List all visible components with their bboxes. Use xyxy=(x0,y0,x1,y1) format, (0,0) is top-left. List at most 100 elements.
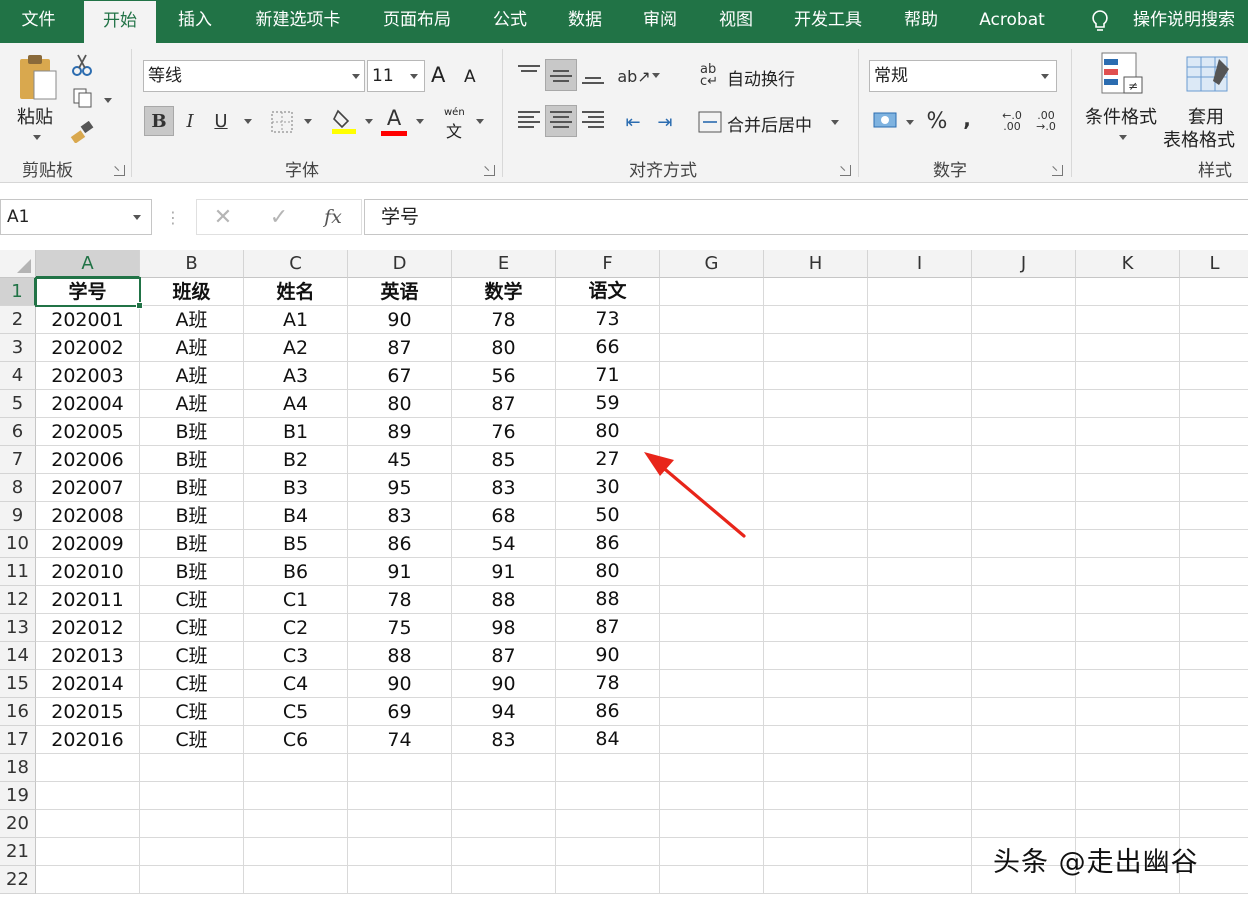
cell-j6[interactable] xyxy=(972,418,1076,446)
row-header-15[interactable]: 15 xyxy=(0,670,36,698)
cell-d22[interactable] xyxy=(348,866,452,894)
cell-g3[interactable] xyxy=(660,334,764,362)
cell-f16[interactable]: 86 xyxy=(556,698,660,726)
row-header-9[interactable]: 9 xyxy=(0,502,36,530)
column-header-h[interactable]: H xyxy=(764,250,868,278)
cell-k8[interactable] xyxy=(1076,474,1180,502)
cell-l10[interactable] xyxy=(1180,530,1248,558)
cell-c22[interactable] xyxy=(244,866,348,894)
cell-l4[interactable] xyxy=(1180,362,1248,390)
accounting-format-icon[interactable] xyxy=(872,109,900,133)
cell-l16[interactable] xyxy=(1180,698,1248,726)
cell-l11[interactable] xyxy=(1180,558,1248,586)
align-center-icon[interactable] xyxy=(550,111,572,129)
cell-d1[interactable]: 英语 xyxy=(348,278,452,306)
row-header-17[interactable]: 17 xyxy=(0,726,36,754)
cell-f20[interactable] xyxy=(556,810,660,838)
cell-i4[interactable] xyxy=(868,362,972,390)
cell-i8[interactable] xyxy=(868,474,972,502)
cell-l8[interactable] xyxy=(1180,474,1248,502)
cell-a8[interactable]: 202007 xyxy=(36,474,140,502)
row-header-22[interactable]: 22 xyxy=(0,866,36,894)
cell-c20[interactable] xyxy=(244,810,348,838)
cell-e6[interactable]: 76 xyxy=(452,418,556,446)
cell-j11[interactable] xyxy=(972,558,1076,586)
clipboard-launcher-icon[interactable] xyxy=(114,165,125,176)
column-header-k[interactable]: K xyxy=(1076,250,1180,278)
cell-j5[interactable] xyxy=(972,390,1076,418)
cell-a19[interactable] xyxy=(36,782,140,810)
row-header-20[interactable]: 20 xyxy=(0,810,36,838)
cell-a21[interactable] xyxy=(36,838,140,866)
cell-k12[interactable] xyxy=(1076,586,1180,614)
cell-a20[interactable] xyxy=(36,810,140,838)
column-header-c[interactable]: C xyxy=(244,250,348,278)
cell-h22[interactable] xyxy=(764,866,868,894)
cell-i15[interactable] xyxy=(868,670,972,698)
wrap-text-icon[interactable]: ab c↵ xyxy=(700,63,722,89)
cell-i12[interactable] xyxy=(868,586,972,614)
orientation-icon[interactable]: ab↗ xyxy=(617,63,650,89)
cell-l3[interactable] xyxy=(1180,334,1248,362)
cell-c10[interactable]: B5 xyxy=(244,530,348,558)
cell-l17[interactable] xyxy=(1180,726,1248,754)
cell-k3[interactable] xyxy=(1076,334,1180,362)
font-color-icon[interactable]: A xyxy=(380,105,408,131)
cell-e17[interactable]: 83 xyxy=(452,726,556,754)
cell-k4[interactable] xyxy=(1076,362,1180,390)
cell-i7[interactable] xyxy=(868,446,972,474)
tab-new-tab[interactable]: 新建选项卡 xyxy=(240,0,356,43)
row-header-6[interactable]: 6 xyxy=(0,418,36,446)
enter-icon[interactable]: ✓ xyxy=(264,203,294,231)
cell-k7[interactable] xyxy=(1076,446,1180,474)
cell-f14[interactable]: 90 xyxy=(556,642,660,670)
cell-a11[interactable]: 202010 xyxy=(36,558,140,586)
cell-a3[interactable]: 202002 xyxy=(36,334,140,362)
column-header-g[interactable]: G xyxy=(660,250,764,278)
cell-j13[interactable] xyxy=(972,614,1076,642)
cell-j4[interactable] xyxy=(972,362,1076,390)
column-header-l[interactable]: L xyxy=(1180,250,1248,278)
cell-l12[interactable] xyxy=(1180,586,1248,614)
cell-i19[interactable] xyxy=(868,782,972,810)
cell-f12[interactable]: 88 xyxy=(556,586,660,614)
cell-c21[interactable] xyxy=(244,838,348,866)
cell-k6[interactable] xyxy=(1076,418,1180,446)
wrap-text-button[interactable]: 自动换行 xyxy=(727,65,795,90)
cell-c2[interactable]: A1 xyxy=(244,306,348,334)
grow-font-button[interactable]: A xyxy=(431,63,445,87)
cell-j7[interactable] xyxy=(972,446,1076,474)
cell-g18[interactable] xyxy=(660,754,764,782)
cell-j14[interactable] xyxy=(972,642,1076,670)
cell-h15[interactable] xyxy=(764,670,868,698)
cell-l2[interactable] xyxy=(1180,306,1248,334)
cell-k20[interactable] xyxy=(1076,810,1180,838)
decrease-decimal-button[interactable]: .00 →.0 xyxy=(1030,107,1062,135)
cell-c18[interactable] xyxy=(244,754,348,782)
cell-e13[interactable]: 98 xyxy=(452,614,556,642)
cell-k9[interactable] xyxy=(1076,502,1180,530)
cell-e21[interactable] xyxy=(452,838,556,866)
cell-g22[interactable] xyxy=(660,866,764,894)
cell-b2[interactable]: A班 xyxy=(140,306,244,334)
tab-developer[interactable]: 开发工具 xyxy=(782,0,874,43)
cell-h11[interactable] xyxy=(764,558,868,586)
column-header-f[interactable]: F xyxy=(556,250,660,278)
tab-formulas[interactable]: 公式 xyxy=(480,0,540,43)
cell-l1[interactable] xyxy=(1180,278,1248,306)
row-header-18[interactable]: 18 xyxy=(0,754,36,782)
tab-page-layout[interactable]: 页面布局 xyxy=(371,0,463,43)
cell-a12[interactable]: 202011 xyxy=(36,586,140,614)
cell-g19[interactable] xyxy=(660,782,764,810)
cell-j3[interactable] xyxy=(972,334,1076,362)
cell-f5[interactable]: 59 xyxy=(556,390,660,418)
row-header-19[interactable]: 19 xyxy=(0,782,36,810)
number-format-combo[interactable]: 常规 xyxy=(869,60,1057,92)
tab-review[interactable]: 审阅 xyxy=(630,0,690,43)
paste-button[interactable]: 粘贴 xyxy=(17,103,53,129)
cell-h4[interactable] xyxy=(764,362,868,390)
cell-c19[interactable] xyxy=(244,782,348,810)
font-name-combo[interactable]: 等线 xyxy=(143,60,365,92)
cell-j17[interactable] xyxy=(972,726,1076,754)
cell-g11[interactable] xyxy=(660,558,764,586)
